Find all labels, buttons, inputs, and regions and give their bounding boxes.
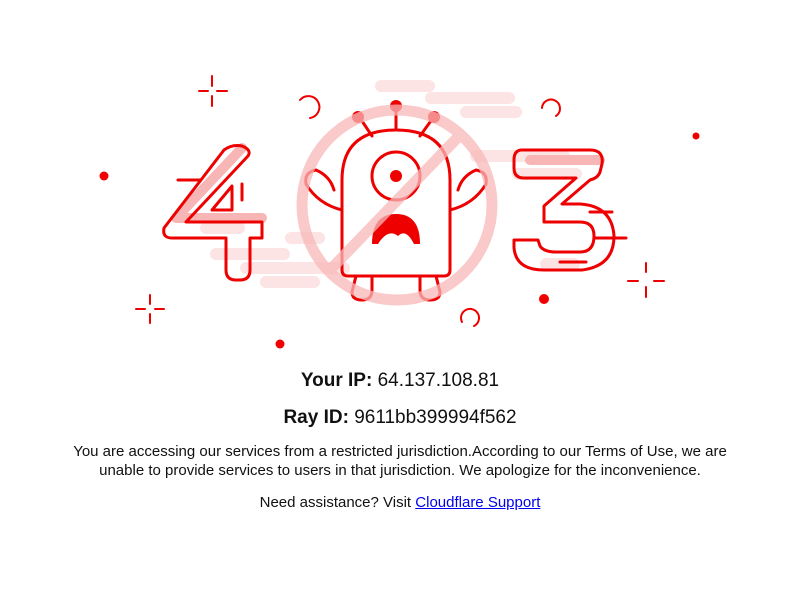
dot-decorations [99,132,700,349]
ray-id-line: Ray ID: 9611bb399994f562 [0,406,800,430]
ray-id-value: 9611bb399994f562 [354,407,517,428]
error-403-illustration: 4 3 [99,75,700,349]
restriction-message: You are accessing our services from a re… [73,443,727,479]
ip-label: Your IP: [300,370,373,391]
ip-value: 64.137.108.81 [377,370,500,391]
cloudflare-support-link[interactable]: Cloudflare Support [415,494,540,511]
help-prefix: Need assistance? Visit [259,494,412,511]
digit-left: 4 [210,264,211,266]
help-line: Need assistance? Visit Cloudflare Suppor… [0,493,800,512]
ip-address-line: Your IP: 64.137.108.81 [0,369,800,393]
error-page: 4 3 Your IP: 64.137.108.81 Ray ID: 9611b… [0,0,800,600]
ray-id-label: Ray ID: [283,407,349,428]
